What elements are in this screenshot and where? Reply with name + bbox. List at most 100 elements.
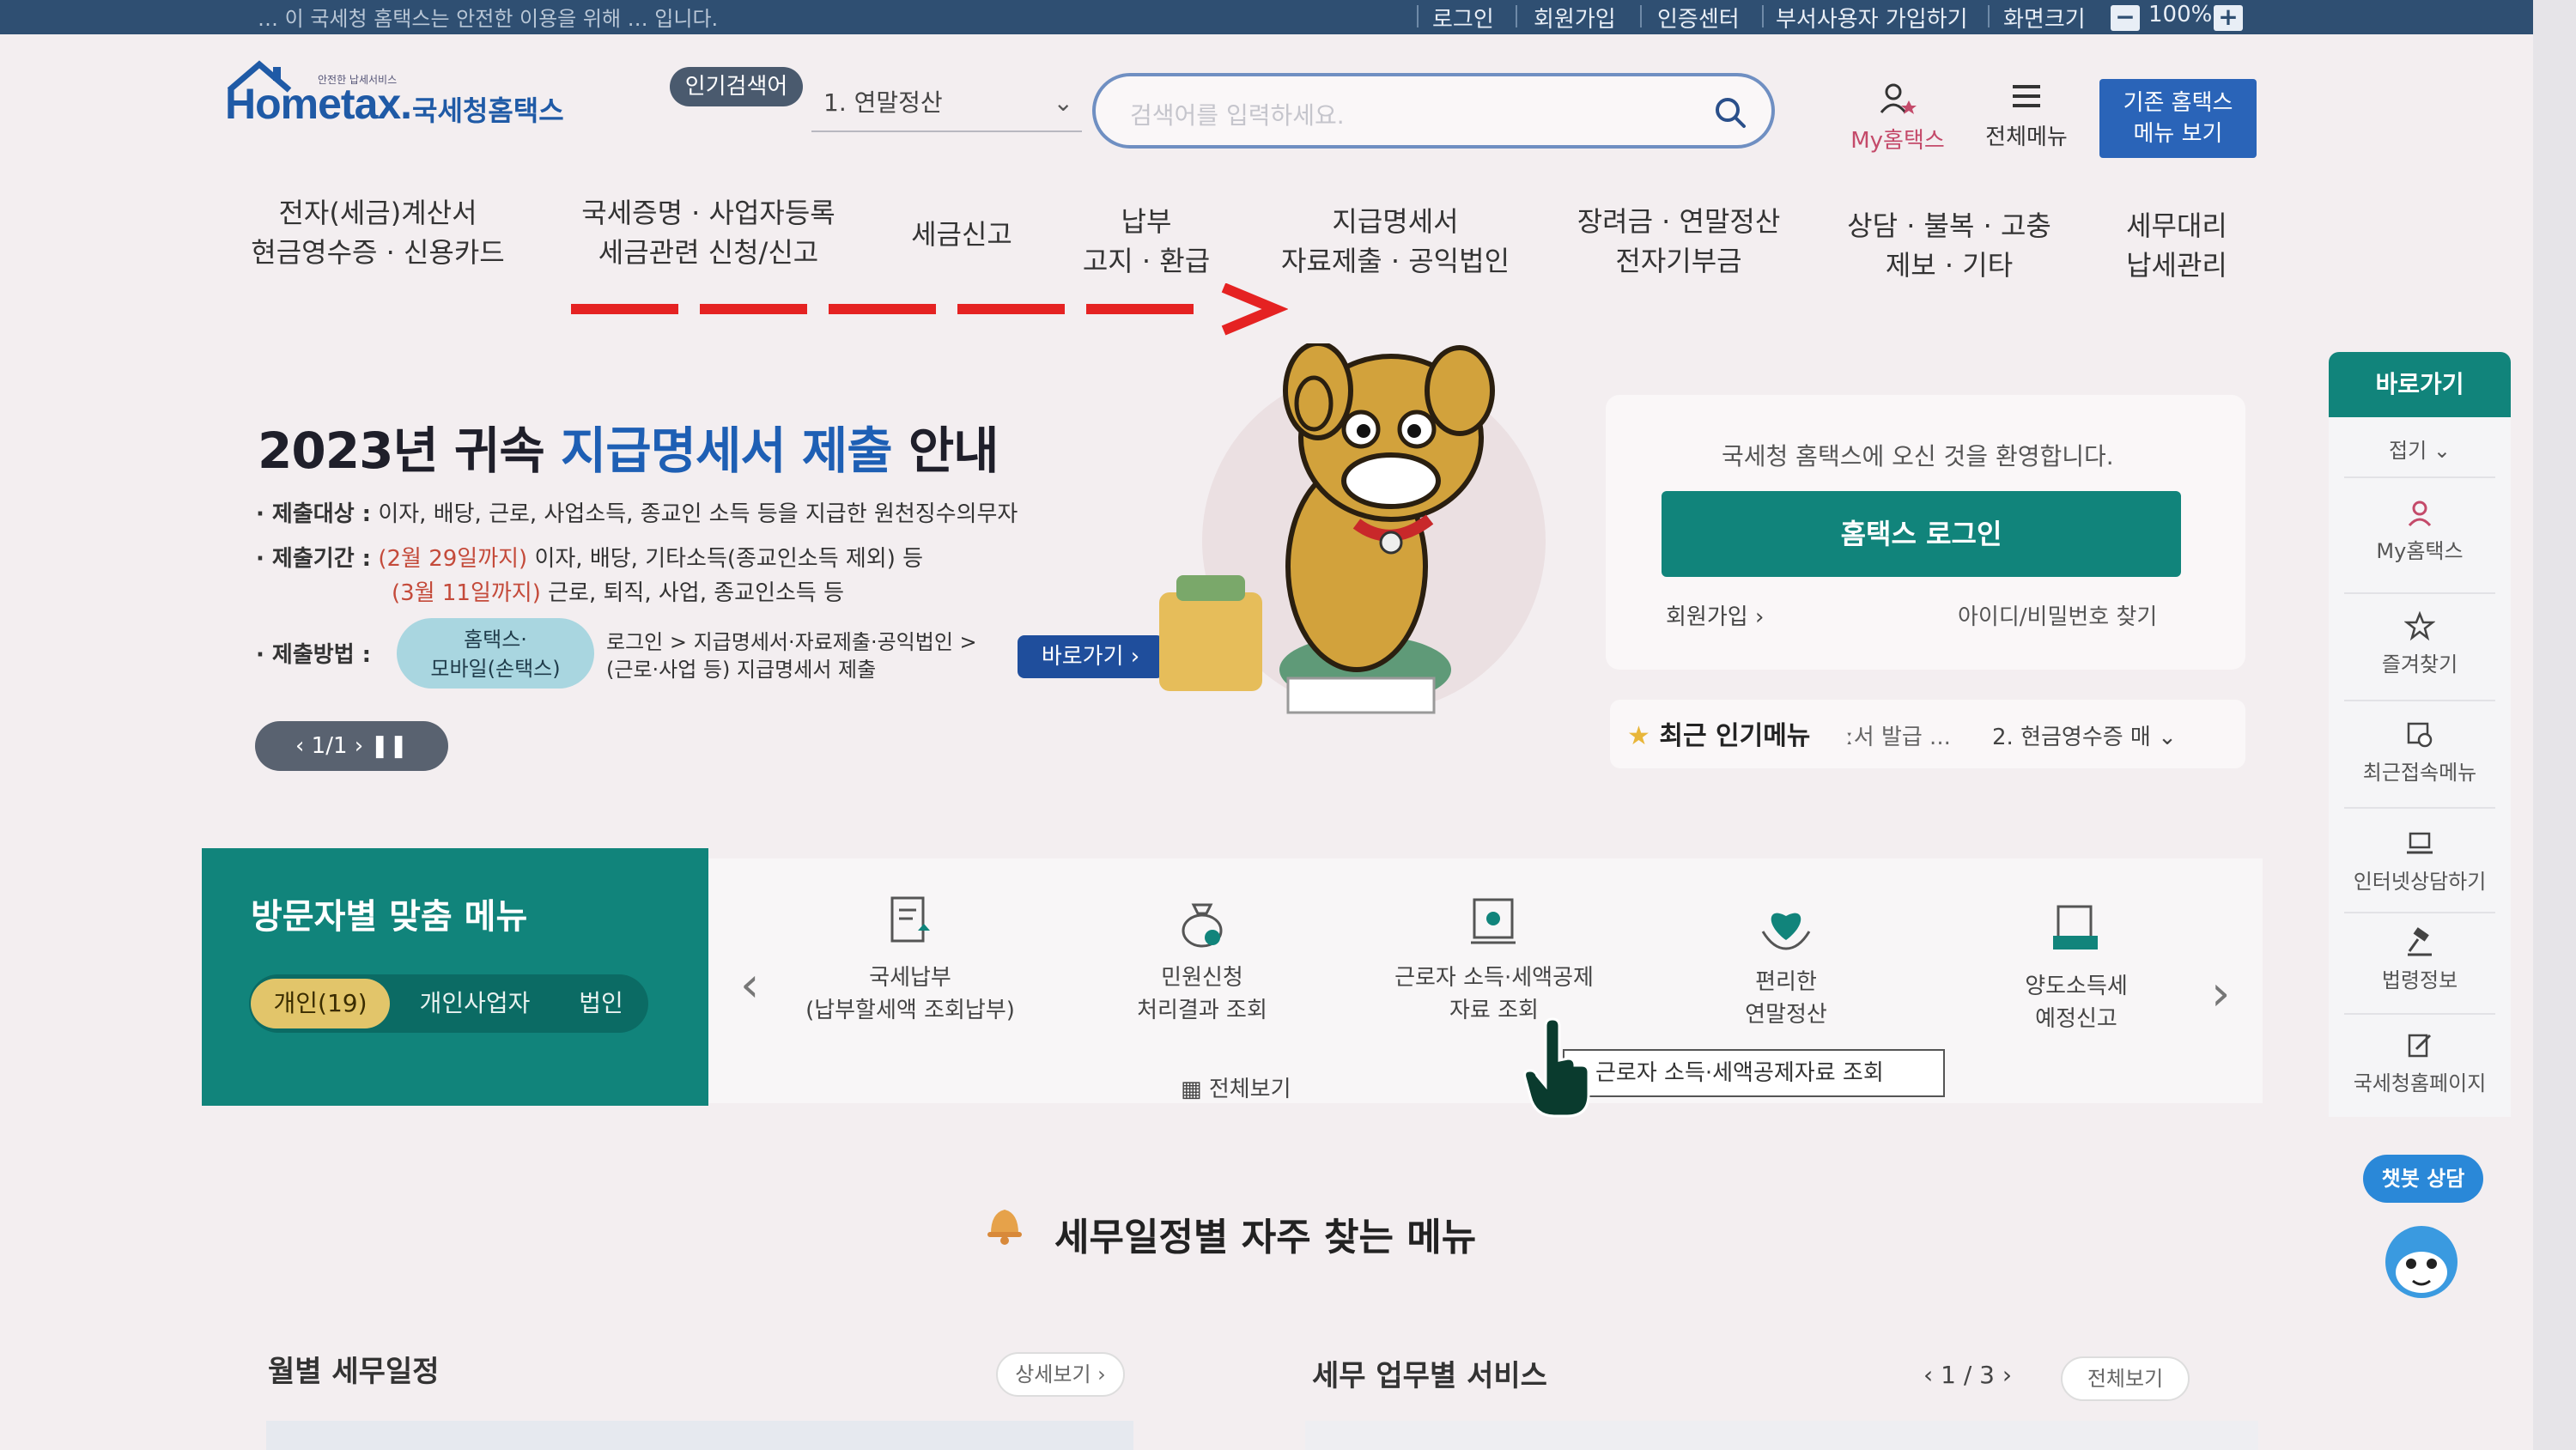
nav-tax-agent[interactable]: 세무대리 납세관리 (2112, 206, 2241, 285)
service-label: 예정신고 (2035, 1006, 2117, 1032)
zoom-level: 100% (2148, 2, 2213, 27)
chatbot-button[interactable]: 챗봇 상담 (2363, 1155, 2483, 1203)
nav-consultation[interactable]: 상담 · 불복 · 고충제보 · 기타 (1838, 206, 2061, 285)
edit-document-icon (2408, 1034, 2432, 1058)
divider (2344, 700, 2495, 701)
recent-menu-item[interactable]: ː서 발급 ... (1846, 719, 1951, 751)
dept-user-signup-link[interactable]: 부서사용자 가입하기 (1776, 2, 1968, 33)
chatbot-character-icon[interactable] (2379, 1210, 2464, 1305)
nav-label: 국세증명 · 사업자등록 (581, 197, 835, 229)
top-notice: … 이 국세청 홈택스는 안전한 이용을 위해 … 입니다. (258, 7, 719, 31)
divider (2344, 807, 2495, 809)
biz-view-all-button[interactable]: 전체보기 (2061, 1356, 2190, 1401)
service-tax-payment[interactable]: 국세납부 (납부할세액 조회납부) (781, 893, 1039, 1027)
nav-payment-statement[interactable]: 지급명세서 자료제출 · 공익법인 (1271, 202, 1520, 281)
cert-center-link[interactable]: 인증센터 (1657, 2, 1740, 33)
hometax-login-button[interactable]: 홈택스 로그인 (1662, 491, 2181, 577)
tab-individual[interactable]: 개인(19) (251, 979, 390, 1028)
star-outline-icon (2404, 611, 2435, 641)
biz-service-pager[interactable]: ‹ 1 / 3 › (1923, 1361, 2012, 1389)
service-worker-deduction[interactable]: 근로자 소득·세액공제 자료 조회 (1365, 893, 1623, 1027)
nav-label: 세금신고 (911, 218, 1012, 251)
nav-label: 납부 (1121, 205, 1172, 238)
nav-label: 전자(세금)계산서 (278, 197, 477, 229)
detail-view-button[interactable]: 상세보기 › (996, 1352, 1125, 1397)
quick-recent-menu[interactable]: 최근접속메뉴 (2329, 719, 2511, 786)
view-all-services-link[interactable]: ▦ 전체보기 (1181, 1071, 1291, 1103)
nav-incentive[interactable]: 장려금 · 연말정산 전자기부금 (1571, 202, 1786, 281)
nav-tax-filing[interactable]: 세금신고 (893, 215, 1030, 254)
nav-label: 상담 · 불복 · 고충 (1847, 209, 2051, 242)
bell-icon (987, 1210, 1022, 1245)
banner-pager[interactable]: ‹ 1/1 › ❚❚ (255, 721, 448, 771)
hero-title-highlight: 지급명세서 제출 (560, 422, 893, 480)
tab-individual-business[interactable]: 개인사업자 (402, 979, 548, 1028)
method-pill-line: 홈택스· (464, 628, 527, 652)
method-description: 로그인 > 지급명세서·자료제출·공익법인 > (근로·사업 등) 지급명세서 … (606, 628, 977, 683)
quick-my-hometax[interactable]: My홈택스 (2329, 498, 2511, 564)
quick-nts-homepage[interactable]: 국세청홈페이지 (2329, 1030, 2511, 1096)
nav-certificates[interactable]: 국세증명 · 사업자등록세금관련 신청/신고 (567, 193, 850, 272)
join-link[interactable]: 회원가입 › (1666, 599, 1764, 631)
service-label: 양도소득세 (2025, 974, 2128, 999)
divider (1988, 5, 1990, 27)
login-link[interactable]: 로그인 (1432, 2, 1494, 33)
money-bag-icon (1182, 903, 1223, 948)
zoom-in-button[interactable]: + (2214, 5, 2243, 31)
transfer-document-icon (2053, 905, 2098, 949)
service-civil-petition[interactable]: 민원신청 처리결과 조회 (1073, 893, 1331, 1027)
quick-item-label: 인터넷상담하기 (2353, 870, 2487, 894)
quick-law-info[interactable]: 법령정보 (2329, 927, 2511, 993)
search-input[interactable]: 검색어를 입력하세요. (1092, 73, 1775, 149)
hand-pointer-cursor-icon (1523, 1017, 1590, 1118)
nav-e-invoice[interactable]: 전자(세금)계산서현금영수증 · 신용카드 (249, 193, 507, 272)
view-all-label: 전체보기 (1208, 1077, 1291, 1102)
nav-label: 제보 · 기타 (1885, 249, 2014, 282)
tab-corporation[interactable]: 법인 (558, 979, 644, 1028)
chevron-down-icon: ⌄ (1053, 88, 1073, 117)
nav-label: 현금영수증 · 신용카드 (251, 236, 505, 269)
service-label: 근로자 소득·세액공제 (1394, 965, 1594, 991)
recent-menu-item[interactable]: 2. 현금영수증 매 ⌄ (1992, 719, 2177, 751)
logo-korean-name[interactable]: 국세청홈택스 (412, 89, 564, 129)
hero-title-part: 2023년 귀속 (258, 422, 561, 480)
mascot-illustration (1159, 343, 1546, 714)
nav-payment[interactable]: 납부 고지 · 환급 (1073, 202, 1219, 281)
classic-menu-button[interactable]: 기존 홈택스 메뉴 보기 (2099, 79, 2257, 158)
divider (2344, 592, 2495, 594)
service-year-end-settlement[interactable]: 편리한 연말정산 (1657, 897, 1915, 1031)
search-icon[interactable] (1713, 95, 1747, 130)
logo-tagline: 안전한 납세서비스 (318, 74, 398, 86)
find-id-password-link[interactable]: 아이디/비밀번호 찾기 (1958, 599, 2157, 631)
hero-period-line-2: (3월 11일까지) 근로, 퇴직, 사업, 종교인소득 등 (392, 575, 844, 607)
monthly-schedule-title: 월별 세무일정 (268, 1355, 440, 1389)
grid-icon: ▦ (1181, 1077, 1202, 1102)
signup-link[interactable]: 회원가입 (1534, 2, 1616, 33)
hamburger-menu-icon (2013, 85, 2040, 107)
tax-bill-icon (890, 896, 930, 943)
my-hometax-label: My홈택스 (1850, 128, 1945, 154)
recent-access-icon (2407, 722, 2433, 748)
carousel-prev-arrow[interactable]: ‹ (740, 957, 759, 1013)
quick-item-label: My홈택스 (2376, 539, 2464, 563)
recent-popular-label: ★ 최근 인기메뉴 (1627, 714, 1810, 752)
popular-search-select[interactable]: 1. 연말정산 ⌄ (811, 79, 1082, 132)
service-transfer-income-tax[interactable]: 양도소득세 예정신고 (1947, 901, 2205, 1035)
zoom-out-button[interactable]: − (2111, 5, 2140, 31)
period1-text: 이자, 배당, 기타소득(종교인소득 제외) 등 (527, 546, 924, 572)
my-hometax-button[interactable]: My홈택스 (1846, 82, 1949, 154)
quick-favorites[interactable]: 즐겨찾기 (2329, 611, 2511, 677)
divider (1762, 5, 1764, 27)
divider (2344, 476, 2495, 478)
service-label: 국세납부 (869, 965, 951, 991)
carousel-next-arrow[interactable]: › (2211, 966, 2230, 1022)
all-menu-button[interactable]: 전체메뉴 (1975, 82, 2078, 150)
nav-label: 세금관련 신청/신고 (598, 236, 819, 269)
hero-title: 2023년 귀속 지급명세서 제출 안내 (258, 410, 999, 482)
laptop-icon (2407, 832, 2433, 854)
service-label: 민원신청 (1161, 965, 1243, 991)
quick-internet-consult[interactable]: 인터넷상담하기 (2329, 828, 2511, 895)
popular-search-value: 1. 연말정산 (823, 88, 943, 117)
quick-menu-fold-button[interactable]: 접기 ⌄ (2329, 434, 2511, 464)
window-scrollbar[interactable] (2533, 0, 2576, 1450)
